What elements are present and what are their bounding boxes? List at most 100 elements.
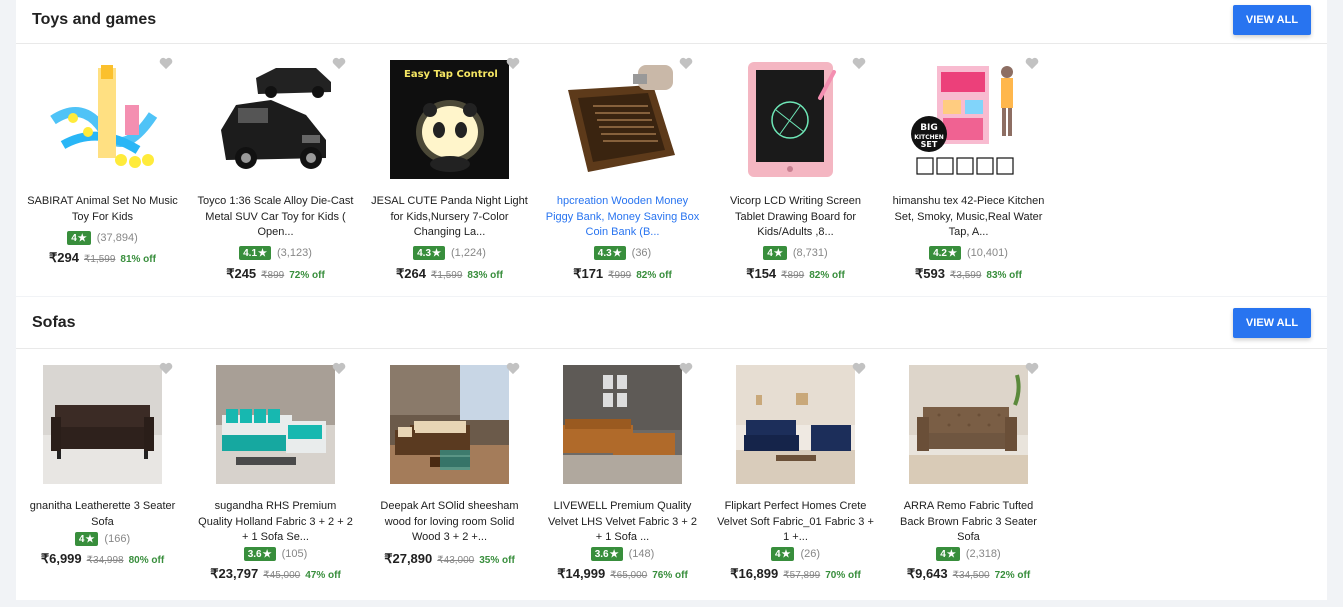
wishlist-heart-icon[interactable] xyxy=(506,57,522,73)
product-title[interactable]: hpcreation Wooden Money Piggy Bank, Mone… xyxy=(544,194,701,241)
product-title[interactable]: Toyco 1:36 Scale Alloy Die-Cast Metal SU… xyxy=(197,194,354,241)
wishlist-heart-icon[interactable] xyxy=(159,362,175,378)
mrp: ₹3,599 xyxy=(950,270,982,281)
product-card[interactable]: SABIRAT Animal Set No Music Toy For Kids… xyxy=(16,44,189,284)
view-all-button[interactable]: VIEW ALL xyxy=(1233,308,1311,338)
rating-badge: 4.3 ★ xyxy=(413,246,445,260)
wishlist-heart-icon[interactable] xyxy=(852,362,868,378)
price: ₹154 xyxy=(746,266,777,281)
product-title[interactable]: Flipkart Perfect Homes Crete Velvet Soft… xyxy=(717,499,874,546)
rating-badge: 4.1 ★ xyxy=(239,246,271,260)
price-row: ₹294 ₹1,599 81% off xyxy=(16,250,189,266)
product-title[interactable]: himanshu tex 42-Piece Kitchen Set, Smoky… xyxy=(890,194,1047,241)
product-card[interactable]: Easy Tap Control JESAL CUTE Panda Night … xyxy=(363,44,536,284)
discount: 72% off xyxy=(289,270,325,281)
mrp: ₹1,599 xyxy=(431,270,463,281)
product-card[interactable]: Toyco 1:36 Scale Alloy Die-Cast Metal SU… xyxy=(189,44,362,284)
star-icon: ★ xyxy=(85,533,95,545)
wishlist-heart-icon[interactable] xyxy=(1025,362,1041,378)
discount: 83% off xyxy=(986,270,1022,281)
product-card[interactable]: Flipkart Perfect Homes Crete Velvet Soft… xyxy=(709,349,882,589)
wishlist-heart-icon[interactable] xyxy=(332,57,348,73)
rating-badge: 4.2 ★ xyxy=(929,246,961,260)
price: ₹6,999 xyxy=(40,551,82,566)
product-image xyxy=(43,365,162,484)
product-image xyxy=(909,365,1028,484)
rating-row: 4 ★ (8,731) xyxy=(709,246,882,260)
product-card[interactable]: Vicorp LCD Writing Screen Tablet Drawing… xyxy=(709,44,882,284)
price: ₹593 xyxy=(915,266,945,281)
rating-row: 4 ★ (2,318) xyxy=(882,547,1055,561)
wishlist-heart-icon[interactable] xyxy=(1025,57,1041,73)
product-card[interactable]: BIG KITCHEN SET himanshu tex 42-Piece Ki… xyxy=(882,44,1055,284)
product-title[interactable]: Deepak Art SOlid sheesham wood for lovin… xyxy=(371,499,528,546)
svg-text:SET: SET xyxy=(921,140,938,149)
section-title: Sofas xyxy=(32,314,76,331)
star-icon: ★ xyxy=(432,247,441,259)
rating-badge: 4 ★ xyxy=(763,246,787,260)
product-image xyxy=(216,60,335,179)
product-image xyxy=(736,60,855,179)
product-image: Easy Tap Control xyxy=(390,60,509,179)
product-card[interactable]: ARRA Remo Fabric Tufted Back Brown Fabri… xyxy=(882,349,1055,589)
discount: 83% off xyxy=(467,270,503,281)
rating-count: (105) xyxy=(281,548,308,560)
product-card[interactable]: hpcreation Wooden Money Piggy Bank, Mone… xyxy=(536,44,709,284)
price: ₹294 xyxy=(49,250,79,265)
mrp: ₹899 xyxy=(261,270,285,281)
price: ₹14,999 xyxy=(557,566,606,581)
star-icon: ★ xyxy=(773,247,783,259)
rating-row: 3.6 ★ (148) xyxy=(536,547,709,561)
rating-row: 4 ★ (37,894) xyxy=(16,231,189,245)
product-card[interactable]: sugandha RHS Premium Quality Holland Fab… xyxy=(189,349,362,589)
discount: 70% off xyxy=(825,570,861,581)
wishlist-heart-icon[interactable] xyxy=(332,362,348,378)
mrp: ₹999 xyxy=(608,270,632,281)
product-image xyxy=(736,365,855,484)
rating-count: (37,894) xyxy=(96,232,138,244)
rating-count: (1,224) xyxy=(451,247,486,259)
product-image xyxy=(43,60,162,179)
mrp: ₹1,599 xyxy=(84,254,116,265)
product-image: BIG KITCHEN SET xyxy=(909,60,1028,179)
product-title[interactable]: sugandha RHS Premium Quality Holland Fab… xyxy=(197,499,354,546)
rating-count: (8,731) xyxy=(792,247,828,259)
section-toys-and-games: Toys and games VIEW ALL SABIRAT Animal S… xyxy=(16,0,1327,296)
product-title[interactable]: ARRA Remo Fabric Tufted Back Brown Fabri… xyxy=(890,499,1047,546)
star-icon: ★ xyxy=(946,548,956,560)
star-icon: ★ xyxy=(609,548,619,560)
view-all-button[interactable]: VIEW ALL xyxy=(1233,5,1311,35)
price-row: ₹16,899 ₹57,899 70% off xyxy=(709,566,882,582)
product-image xyxy=(390,365,509,484)
price: ₹264 xyxy=(396,266,426,281)
price: ₹27,890 xyxy=(384,551,433,566)
product-card[interactable]: LIVEWELL Premium Quality Velvet LHS Velv… xyxy=(536,349,709,589)
product-title[interactable]: JESAL CUTE Panda Night Light for Kids,Nu… xyxy=(371,194,528,241)
wishlist-heart-icon[interactable] xyxy=(852,57,868,73)
product-title[interactable]: Vicorp LCD Writing Screen Tablet Drawing… xyxy=(717,194,874,241)
price-row: ₹264 ₹1,599 83% off xyxy=(363,266,536,282)
discount: 47% off xyxy=(305,570,341,581)
wishlist-heart-icon[interactable] xyxy=(506,362,522,378)
discount: 81% off xyxy=(120,254,156,265)
wishlist-heart-icon[interactable] xyxy=(159,57,175,73)
price: ₹16,899 xyxy=(730,566,779,581)
wishlist-heart-icon[interactable] xyxy=(679,57,695,73)
product-card[interactable]: Deepak Art SOlid sheesham wood for lovin… xyxy=(363,349,536,589)
discount: 82% off xyxy=(809,270,845,281)
price-row: ₹6,999 ₹34,998 80% off xyxy=(16,551,189,567)
rating-count: (148) xyxy=(628,548,655,560)
mrp: ₹43,000 xyxy=(437,555,475,566)
price-row: ₹23,797 ₹45,000 47% off xyxy=(189,566,362,582)
product-title[interactable]: LIVEWELL Premium Quality Velvet LHS Velv… xyxy=(544,499,701,546)
wishlist-heart-icon[interactable] xyxy=(679,362,695,378)
rating-row: 4.1 ★ (3,123) xyxy=(189,246,362,260)
star-icon: ★ xyxy=(262,548,272,560)
rating-row: 4 ★ (166) xyxy=(16,532,189,546)
product-card[interactable]: gnanitha Leatherette 3 Seater Sofa 4 ★ (1… xyxy=(16,349,189,589)
section-header: Toys and games VIEW ALL xyxy=(16,0,1327,44)
rating-badge: 3.6 ★ xyxy=(590,547,623,561)
mrp: ₹34,998 xyxy=(86,555,124,566)
star-icon: ★ xyxy=(77,232,87,244)
rating-badge: 4.3 ★ xyxy=(593,246,626,260)
